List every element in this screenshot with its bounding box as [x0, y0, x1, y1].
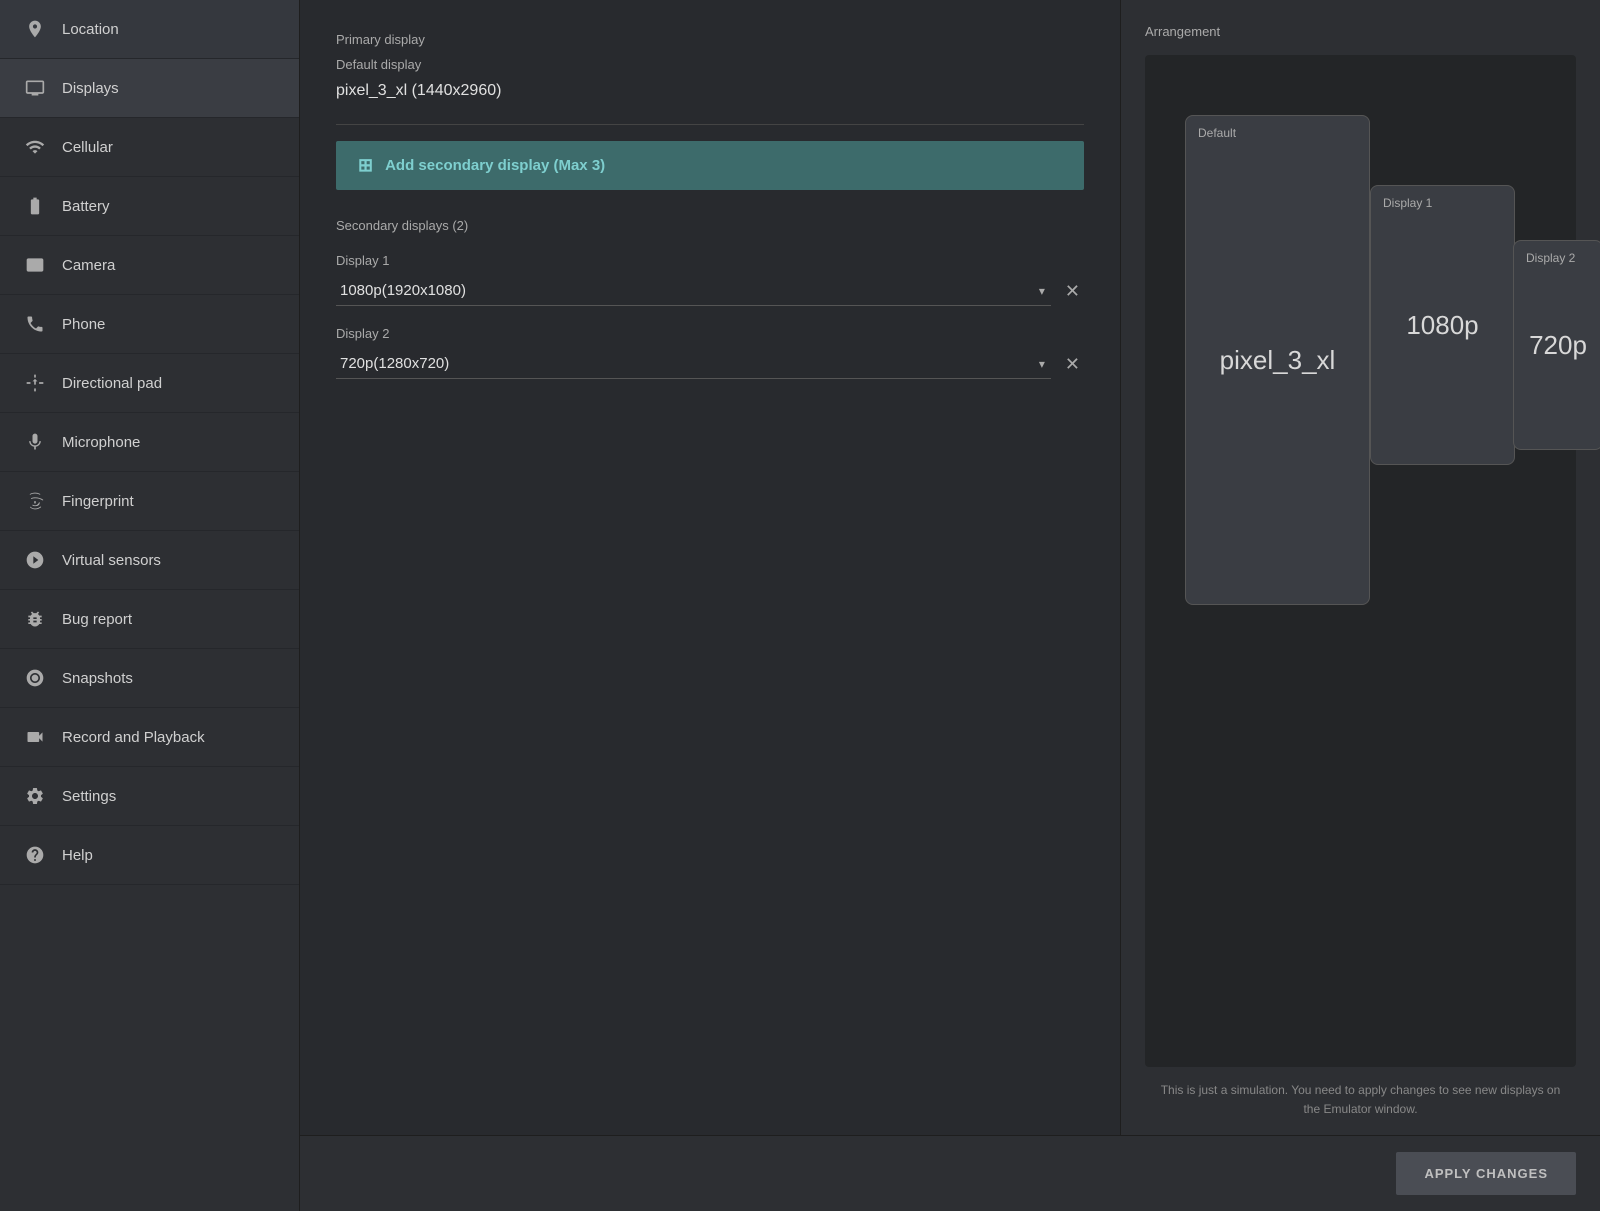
- fingerprint-icon: [24, 490, 46, 512]
- microphone-icon: [24, 431, 46, 453]
- sidebar-item-phone[interactable]: Phone: [0, 295, 299, 354]
- sidebar-item-label-camera: Camera: [62, 257, 115, 274]
- sidebar-item-label-directional-pad: Directional pad: [62, 375, 162, 392]
- sidebar-item-label-snapshots: Snapshots: [62, 670, 133, 687]
- arrangement-default-label: Default: [1198, 126, 1236, 140]
- arrangement-area: Default pixel_3_xl Display 1 1080p Displ…: [1145, 55, 1576, 1067]
- display-2-remove-button[interactable]: ✕: [1061, 350, 1084, 379]
- sidebar-item-settings[interactable]: Settings: [0, 767, 299, 826]
- location-icon: [24, 18, 46, 40]
- sidebar-item-virtual-sensors[interactable]: Virtual sensors: [0, 531, 299, 590]
- sidebar-item-location[interactable]: Location: [0, 0, 299, 59]
- sidebar-item-label-settings: Settings: [62, 788, 116, 805]
- sidebar-item-directional-pad[interactable]: Directional pad: [0, 354, 299, 413]
- cellular-icon: [24, 136, 46, 158]
- sidebar-item-label-bug-report: Bug report: [62, 611, 132, 628]
- sidebar-item-fingerprint[interactable]: Fingerprint: [0, 472, 299, 531]
- camera-icon: [24, 254, 46, 276]
- primary-display-title: Primary display: [336, 32, 1084, 47]
- sidebar-item-label-displays: Displays: [62, 80, 119, 97]
- add-secondary-display-label: Add secondary display (Max 3): [385, 157, 605, 174]
- content-area: Primary display Default display pixel_3_…: [300, 0, 1600, 1135]
- sidebar-item-label-help: Help: [62, 847, 93, 864]
- display-2-label: Display 2: [336, 326, 1084, 341]
- footer: APPLY CHANGES: [300, 1135, 1600, 1211]
- display-2-select-row: 480p(720x480) 720p(1280x720) 1080p(1920x…: [336, 349, 1084, 379]
- right-panel: Arrangement Default pixel_3_xl Display 1…: [1120, 0, 1600, 1135]
- virtual-sensors-icon: [24, 549, 46, 571]
- arrangement-default-block: Default pixel_3_xl: [1185, 115, 1370, 605]
- display-1-row: Display 1 480p(720x480) 720p(1280x720) 1…: [336, 253, 1084, 306]
- snapshots-icon: [24, 667, 46, 689]
- phone-icon: [24, 313, 46, 335]
- arrangement-display1-label: Display 1: [1383, 196, 1432, 210]
- sidebar-item-label-microphone: Microphone: [62, 434, 140, 451]
- arrangement-display1-value: 1080p: [1406, 310, 1478, 341]
- sidebar-item-displays[interactable]: Displays: [0, 59, 299, 118]
- displays-icon: [24, 77, 46, 99]
- left-panel: Primary display Default display pixel_3_…: [300, 0, 1120, 1135]
- default-display-value: pixel_3_xl (1440x2960): [336, 82, 1084, 108]
- display-2-select[interactable]: 480p(720x480) 720p(1280x720) 1080p(1920x…: [336, 349, 1051, 378]
- arrangement-title: Arrangement: [1145, 24, 1576, 39]
- sidebar-item-bug-report[interactable]: Bug report: [0, 590, 299, 649]
- sidebar-item-camera[interactable]: Camera: [0, 236, 299, 295]
- sidebar-item-snapshots[interactable]: Snapshots: [0, 649, 299, 708]
- display-1-remove-button[interactable]: ✕: [1061, 277, 1084, 306]
- sidebar-item-label-cellular: Cellular: [62, 139, 113, 156]
- arrangement-default-value: pixel_3_xl: [1220, 345, 1336, 376]
- display-2-row: Display 2 480p(720x480) 720p(1280x720) 1…: [336, 326, 1084, 379]
- arrangement-display2-block: Display 2 720p: [1513, 240, 1600, 450]
- display-2-select-wrapper: 480p(720x480) 720p(1280x720) 1080p(1920x…: [336, 349, 1051, 379]
- add-secondary-display-button[interactable]: ⊞ Add secondary display (Max 3): [336, 141, 1084, 190]
- apply-changes-button[interactable]: APPLY CHANGES: [1396, 1152, 1576, 1195]
- simulation-note: This is just a simulation. You need to a…: [1145, 1081, 1576, 1119]
- display-1-label: Display 1: [336, 253, 1084, 268]
- sidebar-item-help[interactable]: Help: [0, 826, 299, 885]
- divider-1: [336, 124, 1084, 125]
- sidebar-item-battery[interactable]: Battery: [0, 177, 299, 236]
- sidebar-item-label-record-playback: Record and Playback: [62, 729, 205, 746]
- sidebar-item-microphone[interactable]: Microphone: [0, 413, 299, 472]
- default-display-label: Default display: [336, 57, 1084, 72]
- settings-icon: [24, 785, 46, 807]
- display-1-select[interactable]: 480p(720x480) 720p(1280x720) 1080p(1920x…: [336, 276, 1051, 305]
- sidebar-item-label-location: Location: [62, 21, 119, 38]
- dpad-icon: [24, 372, 46, 394]
- add-display-icon: ⊞: [358, 155, 373, 176]
- arrangement-display2-label: Display 2: [1526, 251, 1575, 265]
- display-1-select-row: 480p(720x480) 720p(1280x720) 1080p(1920x…: [336, 276, 1084, 306]
- arrangement-display2-value: 720p: [1529, 330, 1587, 361]
- sidebar-item-record-playback[interactable]: Record and Playback: [0, 708, 299, 767]
- sidebar-item-label-fingerprint: Fingerprint: [62, 493, 134, 510]
- sidebar: Location Displays Cellular Battery Camer…: [0, 0, 300, 1211]
- sidebar-item-cellular[interactable]: Cellular: [0, 118, 299, 177]
- sidebar-item-label-battery: Battery: [62, 198, 110, 215]
- display-1-select-wrapper: 480p(720x480) 720p(1280x720) 1080p(1920x…: [336, 276, 1051, 306]
- arrangement-display1-block: Display 1 1080p: [1370, 185, 1515, 465]
- sidebar-item-label-virtual-sensors: Virtual sensors: [62, 552, 161, 569]
- help-icon: [24, 844, 46, 866]
- secondary-displays-title: Secondary displays (2): [336, 218, 1084, 233]
- main-content: Primary display Default display pixel_3_…: [300, 0, 1600, 1211]
- bug-icon: [24, 608, 46, 630]
- record-icon: [24, 726, 46, 748]
- sidebar-item-label-phone: Phone: [62, 316, 105, 333]
- battery-icon: [24, 195, 46, 217]
